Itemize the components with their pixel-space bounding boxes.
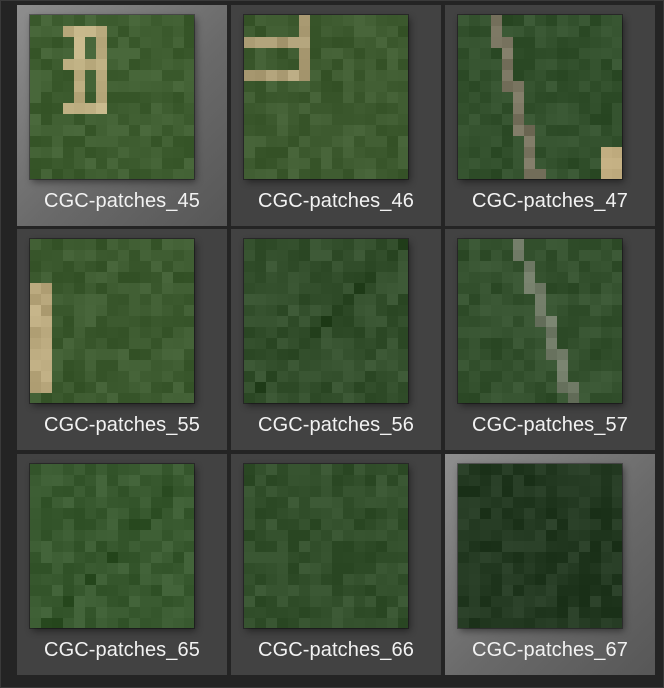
- thumbnail-label: CGC-patches_66: [258, 639, 414, 661]
- thumbnail-label: CGC-patches_47: [472, 190, 628, 212]
- thumbnail-label: CGC-patches_46: [258, 190, 414, 212]
- thumbnail-tile[interactable]: CGC-patches_46: [231, 5, 441, 226]
- satellite-patch-thumbnail: [458, 239, 622, 403]
- thumbnail-tile[interactable]: CGC-patches_47: [445, 5, 655, 226]
- satellite-patch-thumbnail: [244, 464, 408, 628]
- thumbnail-tile[interactable]: CGC-patches_57: [445, 229, 655, 450]
- satellite-patch-thumbnail: [30, 15, 194, 179]
- satellite-patch-thumbnail: [244, 15, 408, 179]
- satellite-patch-thumbnail: [30, 239, 194, 403]
- thumbnail-tile[interactable]: CGC-patches_45: [17, 5, 227, 226]
- satellite-patch-thumbnail: [458, 15, 622, 179]
- satellite-patch-thumbnail: [30, 464, 194, 628]
- thumbnail-label: CGC-patches_56: [258, 414, 414, 436]
- thumbnail-tile[interactable]: CGC-patches_55: [17, 229, 227, 450]
- thumbnail-label: CGC-patches_65: [44, 639, 200, 661]
- thumbnail-grid: CGC-patches_45 CGC-patches_46 CGC-patche…: [0, 0, 664, 688]
- satellite-patch-thumbnail: [244, 239, 408, 403]
- thumbnail-tile[interactable]: CGC-patches_56: [231, 229, 441, 450]
- thumbnail-label: CGC-patches_55: [44, 414, 200, 436]
- thumbnail-label: CGC-patches_67: [472, 639, 628, 661]
- thumbnail-tile[interactable]: CGC-patches_66: [231, 454, 441, 675]
- thumbnail-label: CGC-patches_45: [44, 190, 200, 212]
- thumbnail-tile[interactable]: CGC-patches_65: [17, 454, 227, 675]
- thumbnail-label: CGC-patches_57: [472, 414, 628, 436]
- thumbnail-tile[interactable]: CGC-patches_67: [445, 454, 655, 675]
- satellite-patch-thumbnail: [458, 464, 622, 628]
